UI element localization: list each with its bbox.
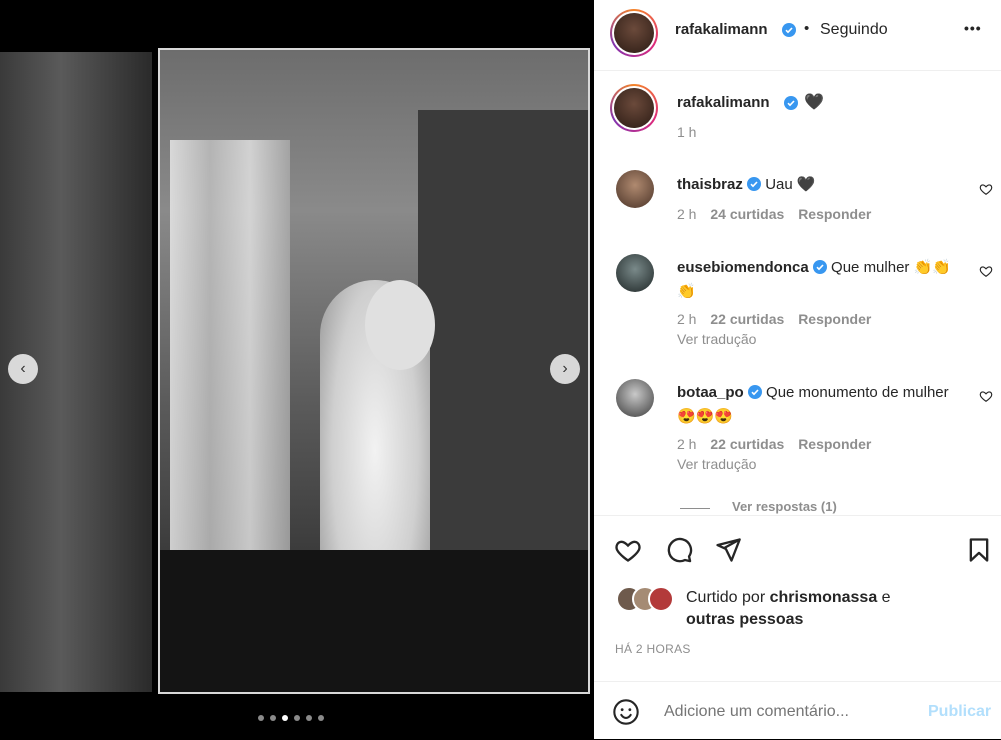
previous-arrow-button[interactable]: ‹ bbox=[8, 354, 38, 384]
caption: rafakalimann 🖤 1 h bbox=[594, 84, 1001, 144]
verified-badge-icon bbox=[782, 23, 796, 37]
heart-icon[interactable] bbox=[979, 389, 993, 403]
header-separator: • bbox=[804, 20, 810, 37]
heart-icon[interactable] bbox=[979, 182, 993, 196]
verified-badge-icon bbox=[747, 177, 762, 191]
comments-list: rafakalimann 🖤 1 h thaisbraz Uau 🖤 2 h 2… bbox=[594, 70, 1001, 515]
comment-body: thaisbraz Uau 🖤 bbox=[677, 174, 967, 196]
comment-username[interactable]: thaisbraz bbox=[677, 176, 743, 193]
comment-likes[interactable]: 22 curtidas bbox=[710, 311, 784, 327]
liked-by-others[interactable]: outras pessoas bbox=[686, 611, 803, 628]
following-button[interactable]: Seguindo bbox=[820, 21, 888, 39]
photo-curtain bbox=[170, 140, 290, 610]
post-side-panel: rafakalimann • Seguindo ••• rafakalimann… bbox=[594, 0, 1001, 739]
commenter-avatar[interactable] bbox=[616, 379, 654, 417]
carousel-dot bbox=[318, 715, 324, 721]
comment-body: eusebiomendonca Que mulher 👏👏👏 bbox=[677, 256, 967, 304]
photo-table bbox=[160, 550, 588, 692]
publish-button[interactable]: Publicar bbox=[928, 703, 991, 721]
comment-item: eusebiomendonca Que mulher 👏👏👏 2 h 22 cu… bbox=[594, 252, 1001, 352]
chevron-left-icon: ‹ bbox=[20, 360, 26, 377]
add-comment-bar: Publicar bbox=[594, 681, 1001, 740]
comment-input[interactable] bbox=[662, 698, 906, 726]
save-bookmark-icon[interactable] bbox=[965, 536, 993, 564]
comment-body: botaa_po Que monumento de mulher 😍😍😍 bbox=[677, 381, 967, 429]
next-arrow-button[interactable]: › bbox=[550, 354, 580, 384]
comment-item: botaa_po Que monumento de mulher 😍😍😍 2 h… bbox=[594, 377, 1001, 477]
comment-username[interactable]: botaa_po bbox=[677, 384, 744, 401]
carousel-dot bbox=[258, 715, 264, 721]
header-username[interactable]: rafakalimann bbox=[675, 21, 768, 38]
comment-likes[interactable]: 24 curtidas bbox=[710, 206, 784, 222]
comment-likes[interactable]: 22 curtidas bbox=[710, 436, 784, 452]
see-translation-button[interactable]: Ver tradução bbox=[677, 456, 756, 472]
comment-time: 2 h bbox=[677, 311, 697, 327]
comment-meta: 2 h 22 curtidas Responder bbox=[677, 311, 871, 327]
verified-badge-icon bbox=[747, 385, 762, 399]
reply-button[interactable]: Responder bbox=[798, 436, 871, 452]
comment-item: thaisbraz Uau 🖤 2 h 24 curtidas Responde… bbox=[594, 170, 1001, 230]
commenter-avatar[interactable] bbox=[616, 254, 654, 292]
emoji-smiley-icon[interactable] bbox=[612, 698, 640, 726]
chevron-right-icon: › bbox=[562, 360, 568, 377]
heart-icon[interactable] bbox=[979, 264, 993, 278]
comment-bubble-icon[interactable] bbox=[665, 536, 693, 564]
liked-by-conj: e bbox=[881, 589, 891, 606]
carousel-dot bbox=[294, 715, 300, 721]
replies-divider bbox=[680, 508, 710, 509]
caption-time: 1 h bbox=[677, 124, 697, 140]
comment-time: 2 h bbox=[677, 206, 697, 222]
comment-text: Uau 🖤 bbox=[765, 176, 816, 193]
liked-by-prefix: Curtido por bbox=[686, 589, 766, 606]
post-timestamp[interactable]: HÁ 2 HORAS bbox=[615, 642, 691, 656]
liked-by-avatars[interactable] bbox=[616, 586, 680, 612]
more-options-button[interactable]: ••• bbox=[964, 20, 982, 36]
photo-head bbox=[365, 280, 435, 370]
caption-text: 🖤 bbox=[804, 94, 824, 111]
see-translation-button[interactable]: Ver tradução bbox=[677, 331, 756, 347]
commenter-avatar[interactable] bbox=[616, 170, 654, 208]
verified-badge-icon bbox=[784, 96, 798, 110]
avatar bbox=[614, 88, 654, 128]
comment-meta: 2 h 24 curtidas Responder bbox=[677, 206, 871, 222]
carousel-dot bbox=[270, 715, 276, 721]
header-avatar-ring[interactable] bbox=[610, 9, 658, 57]
view-replies-row[interactable]: Ver respostas (1) bbox=[594, 498, 1001, 515]
share-send-icon[interactable] bbox=[714, 536, 742, 564]
view-replies-button[interactable]: Ver respostas (1) bbox=[732, 499, 837, 514]
comment-username[interactable]: eusebiomendonca bbox=[677, 259, 809, 276]
post-header: rafakalimann • Seguindo ••• bbox=[594, 0, 1001, 71]
post-media: ‹ › bbox=[0, 0, 594, 739]
photo-wall bbox=[418, 110, 588, 570]
reply-button[interactable]: Responder bbox=[798, 206, 871, 222]
like-heart-icon[interactable] bbox=[614, 536, 642, 564]
carousel-dot bbox=[306, 715, 312, 721]
post-photo bbox=[158, 48, 590, 694]
comment-meta: 2 h 22 curtidas Responder bbox=[677, 436, 871, 452]
caption-username[interactable]: rafakalimann bbox=[677, 94, 770, 111]
caption-avatar-ring[interactable] bbox=[610, 84, 658, 132]
comment-time: 2 h bbox=[677, 436, 697, 452]
verified-badge-icon bbox=[812, 260, 827, 274]
carousel-dots bbox=[258, 715, 324, 721]
avatar bbox=[614, 13, 654, 53]
carousel-dot-active bbox=[282, 715, 288, 721]
liked-by-user[interactable]: chrismonassa bbox=[770, 589, 878, 606]
reply-button[interactable]: Responder bbox=[798, 311, 871, 327]
avatar bbox=[648, 586, 674, 612]
liked-by-text: Curtido por chrismonassa e outras pessoa… bbox=[686, 587, 986, 631]
